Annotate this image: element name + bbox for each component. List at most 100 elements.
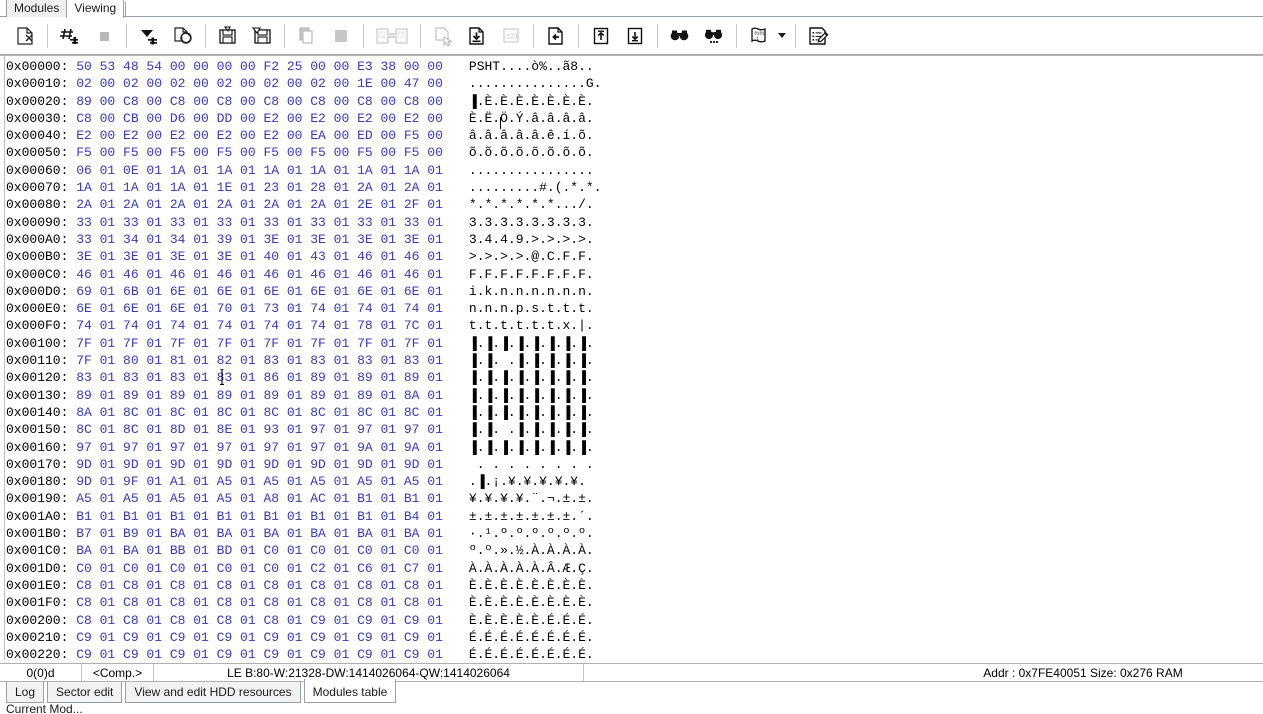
hex-row[interactable]: 0x00120: 83 01 83 01 83 01 83 01 86 01 8… bbox=[6, 369, 1263, 386]
hex-row[interactable]: 0x00140: 8A 01 8C 01 8C 01 8C 01 8C 01 8… bbox=[6, 404, 1263, 421]
bottom-tab-log[interactable]: Log bbox=[6, 682, 45, 703]
hex-bytes[interactable]: C8 01 C8 01 C8 01 C8 01 C8 01 C8 01 C8 0… bbox=[76, 595, 443, 610]
hex-bytes[interactable]: 02 00 02 00 02 00 02 00 02 00 02 00 1E 0… bbox=[76, 76, 443, 91]
hex-bytes[interactable]: B1 01 B1 01 B1 01 B1 01 B1 01 B1 01 B1 0… bbox=[76, 509, 443, 524]
hex-bytes[interactable]: 6E 01 6E 01 6E 01 70 01 73 01 74 01 74 0… bbox=[76, 301, 443, 316]
hex-row[interactable]: 0x000D0: 69 01 6B 01 6E 01 6E 01 6E 01 6… bbox=[6, 283, 1263, 300]
hex-ascii[interactable]: ¥.¥.¥.¥.¨.¬.±.±. bbox=[469, 491, 594, 506]
hex-bytes[interactable]: 33 01 34 01 34 01 39 01 3E 01 3E 01 3E 0… bbox=[76, 232, 443, 247]
hex-ascii[interactable]: F.F.F.F.F.F.F.F. bbox=[469, 267, 594, 282]
hex-bytes[interactable]: C0 01 C0 01 C0 01 C0 01 C0 01 C2 01 C6 0… bbox=[76, 561, 443, 576]
hex-row[interactable]: 0x000E0: 6E 01 6E 01 6E 01 70 01 73 01 7… bbox=[6, 300, 1263, 317]
export-page-icon[interactable] bbox=[541, 21, 571, 51]
hex-ascii[interactable]: ▐.▐. .▐.▐.▐.▐.▐. bbox=[469, 422, 594, 437]
hex-bytes[interactable]: 1A 01 1A 01 1A 01 1E 01 23 01 28 01 2A 0… bbox=[76, 180, 443, 195]
hex-bytes[interactable]: C8 01 C8 01 C8 01 C8 01 C8 01 C8 01 C8 0… bbox=[76, 578, 443, 593]
hex-bytes[interactable]: 8A 01 8C 01 8C 01 8C 01 8C 01 8C 01 8C 0… bbox=[76, 405, 443, 420]
hex-ascii[interactable]: .▐.¡.¥.¥.¥.¥.¥. bbox=[469, 474, 586, 489]
hex-row[interactable]: 0x00160: 97 01 97 01 97 01 97 01 97 01 9… bbox=[6, 439, 1263, 456]
hex-ascii[interactable]: ................ bbox=[469, 163, 594, 178]
hex-ascii[interactable]: *.*.*.*.*.*.../. bbox=[469, 197, 594, 212]
hex-bytes[interactable]: C9 01 C9 01 C9 01 C9 01 C9 01 C9 01 C9 0… bbox=[76, 647, 443, 660]
hex-bytes[interactable]: C8 00 CB 00 D6 00 DD 00 E2 00 E2 00 E2 0… bbox=[76, 111, 443, 126]
hex-row[interactable]: 0x000C0: 46 01 46 01 46 01 46 01 46 01 4… bbox=[6, 266, 1263, 283]
hex-bytes[interactable]: 06 01 0E 01 1A 01 1A 01 1A 01 1A 01 1A 0… bbox=[76, 163, 443, 178]
edit-notes-icon[interactable] bbox=[803, 21, 833, 51]
hex-bytes[interactable]: 89 01 89 01 89 01 89 01 89 01 89 01 89 0… bbox=[76, 388, 443, 403]
hex-row[interactable]: 0x00180: 9D 01 9F 01 A1 01 A5 01 A5 01 A… bbox=[6, 473, 1263, 490]
write-page-icon[interactable] bbox=[462, 21, 492, 51]
page-down-icon[interactable] bbox=[620, 21, 650, 51]
filter-dropdown-icon[interactable] bbox=[134, 21, 164, 51]
hash-goto-icon[interactable] bbox=[55, 21, 85, 51]
hex-bytes[interactable]: 2A 01 2A 01 2A 01 2A 01 2A 01 2A 01 2E 0… bbox=[76, 197, 443, 212]
hex-bytes[interactable]: 3E 01 3E 01 3E 01 3E 01 40 01 43 01 46 0… bbox=[76, 249, 443, 264]
hex-ascii[interactable]: ·.¹.º.º.º.º.º.º. bbox=[469, 526, 594, 541]
hex-ascii[interactable]: ▐.▐. .▐.▐.▐.▐.▐. bbox=[469, 353, 594, 368]
hex-rows-container[interactable]: 0x00000: 50 53 48 54 00 00 00 00 F2 25 0… bbox=[6, 58, 1263, 660]
hex-row[interactable]: 0x001F0: C8 01 C8 01 C8 01 C8 01 C8 01 C… bbox=[6, 594, 1263, 611]
hex-row[interactable]: 0x00190: A5 01 A5 01 A5 01 A5 01 A8 01 A… bbox=[6, 490, 1263, 507]
hex-row[interactable]: 0x00210: C9 01 C9 01 C9 01 C9 01 C9 01 C… bbox=[6, 629, 1263, 646]
hex-bytes[interactable]: BA 01 BA 01 BB 01 BD 01 C0 01 C0 01 C0 0… bbox=[76, 543, 443, 558]
hex-bytes[interactable]: 83 01 83 01 83 01 83 01 86 01 89 01 89 0… bbox=[76, 370, 443, 385]
hex-row[interactable]: 0x00080: 2A 01 2A 01 2A 01 2A 01 2A 01 2… bbox=[6, 196, 1263, 213]
hex-row[interactable]: 0x00110: 7F 01 80 01 81 01 82 01 83 01 8… bbox=[6, 352, 1263, 369]
hex-ascii[interactable]: t.t.t.t.t.t.x.|. bbox=[469, 318, 594, 333]
hex-bytes[interactable]: C9 01 C9 01 C9 01 C9 01 C9 01 C9 01 C9 0… bbox=[76, 630, 443, 645]
hex-row[interactable]: 0x00000: 50 53 48 54 00 00 00 00 F2 25 0… bbox=[6, 58, 1263, 75]
hex-row[interactable]: 0x00200: C8 01 C8 01 C8 01 C8 01 C8 01 C… bbox=[6, 612, 1263, 629]
hex-row[interactable]: 0x00100: 7F 01 7F 01 7F 01 7F 01 7F 01 7… bbox=[6, 335, 1263, 352]
hex-ascii[interactable]: É.É.É.É.É.É.É.É. bbox=[469, 647, 594, 660]
hex-bytes[interactable]: 8C 01 8C 01 8D 01 8E 01 93 01 97 01 97 0… bbox=[76, 422, 443, 437]
bottom-tab-view-edit-hdd-resources[interactable]: View and edit HDD resources bbox=[125, 682, 301, 703]
save-icon[interactable] bbox=[213, 21, 243, 51]
hex-ascii[interactable]: ▐.▐.▐.▐.▐.▐.▐.▐. bbox=[469, 440, 594, 455]
hex-ascii[interactable]: ▐.▐.▐.▐.▐.▐.▐.▐. bbox=[469, 405, 594, 420]
hex-bytes[interactable]: 7F 01 7F 01 7F 01 7F 01 7F 01 7F 01 7F 0… bbox=[76, 336, 443, 351]
hex-row[interactable]: 0x00150: 8C 01 8C 01 8D 01 8E 01 93 01 9… bbox=[6, 421, 1263, 438]
hex-ascii[interactable]: ▐.▐.▐.▐.▐.▐.▐.▐. bbox=[469, 388, 594, 403]
hex-row[interactable]: 0x00090: 33 01 33 01 33 01 33 01 33 01 3… bbox=[6, 214, 1263, 231]
hex-ascii[interactable]: ±.±.±.±.±.±.±.´. bbox=[469, 509, 594, 524]
hex-row[interactable]: 0x00220: C9 01 C9 01 C9 01 C9 01 C9 01 C… bbox=[6, 646, 1263, 660]
hex-view-panel[interactable]: 0x00000: 50 53 48 54 00 00 00 00 F2 25 0… bbox=[0, 55, 1263, 660]
hex-bytes[interactable]: C8 01 C8 01 C8 01 C8 01 C8 01 C9 01 C9 0… bbox=[76, 613, 443, 628]
hex-bytes[interactable]: 46 01 46 01 46 01 46 01 46 01 46 01 46 0… bbox=[76, 267, 443, 282]
hex-bytes[interactable]: 9D 01 9D 01 9D 01 9D 01 9D 01 9D 01 9D 0… bbox=[76, 457, 443, 472]
hex-row[interactable]: 0x00020: 89 00 C8 00 C8 00 C8 00 C8 00 C… bbox=[6, 93, 1263, 110]
hex-bytes[interactable]: 89 00 C8 00 C8 00 C8 00 C8 00 C8 00 C8 0… bbox=[76, 94, 443, 109]
hex-ascii[interactable]: 3.3.3.3.3.3.3.3. bbox=[469, 215, 594, 230]
hex-bytes[interactable]: 97 01 97 01 97 01 97 01 97 01 97 01 9A 0… bbox=[76, 440, 443, 455]
hex-row[interactable]: 0x000F0: 74 01 74 01 74 01 74 01 74 01 7… bbox=[6, 317, 1263, 334]
toolbar-dropdown-arrow[interactable] bbox=[778, 33, 786, 38]
hex-ascii[interactable]: È.È.È.È.È.È.È.È. bbox=[469, 595, 594, 610]
hex-row[interactable]: 0x001C0: BA 01 BA 01 BB 01 BD 01 C0 01 C… bbox=[6, 542, 1263, 559]
hex-ascii[interactable]: õ.õ.õ.õ.õ.õ.õ.õ. bbox=[469, 145, 594, 160]
hex-ascii[interactable]: À.À.À.À.À.Â.Æ.Ç. bbox=[469, 561, 594, 576]
hex-ascii[interactable]: É.É.É.É.É.É.É.É. bbox=[469, 630, 594, 645]
hex-bytes[interactable]: F5 00 F5 00 F5 00 F5 00 F5 00 F5 00 F5 0… bbox=[76, 145, 443, 160]
hex-ascii[interactable]: È.È.È.È.È.È.È.È. bbox=[469, 578, 594, 593]
hex-ascii[interactable]: ...............G. bbox=[469, 76, 602, 91]
hex-ascii[interactable]: n.n.n.p.s.t.t.t. bbox=[469, 301, 594, 316]
hex-ascii[interactable]: È.Ë.Ö.Ý.â.â.â.â. bbox=[469, 111, 594, 126]
hex-ascii[interactable]: È.È.È.È.È.É.É.É. bbox=[469, 613, 594, 628]
find-more-icon[interactable] bbox=[699, 21, 729, 51]
hex-ascii[interactable]: ▐.▐.▐.▐.▐.▐.▐.▐. bbox=[469, 370, 594, 385]
hex-bytes[interactable]: 50 53 48 54 00 00 00 00 F2 25 00 00 E3 3… bbox=[76, 59, 443, 74]
hex-bytes[interactable]: B7 01 B9 01 BA 01 BA 01 BA 01 BA 01 BA 0… bbox=[76, 526, 443, 541]
new-file-icon[interactable] bbox=[10, 21, 40, 51]
hex-row[interactable]: 0x00060: 06 01 0E 01 1A 01 1A 01 1A 01 1… bbox=[6, 162, 1263, 179]
hex-row[interactable]: 0x00030: C8 00 CB 00 D6 00 DD 00 E2 00 E… bbox=[6, 110, 1263, 127]
hex-ascii[interactable]: i.k.n.n.n.n.n.n. bbox=[469, 284, 594, 299]
bottom-tab-modules-table[interactable]: Modules table bbox=[303, 679, 397, 703]
hex-ascii[interactable]: >.>.>.>.@.C.F.F. bbox=[469, 249, 594, 264]
hex-row[interactable]: 0x00130: 89 01 89 01 89 01 89 01 89 01 8… bbox=[6, 387, 1263, 404]
page-up-icon[interactable] bbox=[586, 21, 616, 51]
save-as-icon[interactable] bbox=[247, 21, 277, 51]
find-icon[interactable] bbox=[665, 21, 695, 51]
hex-row[interactable]: 0x00010: 02 00 02 00 02 00 02 00 02 00 0… bbox=[6, 75, 1263, 92]
hex-row[interactable]: 0x00070: 1A 01 1A 01 1A 01 1E 01 23 01 2… bbox=[6, 179, 1263, 196]
hex-ascii[interactable]: .........#.(.*.*. bbox=[469, 180, 602, 195]
